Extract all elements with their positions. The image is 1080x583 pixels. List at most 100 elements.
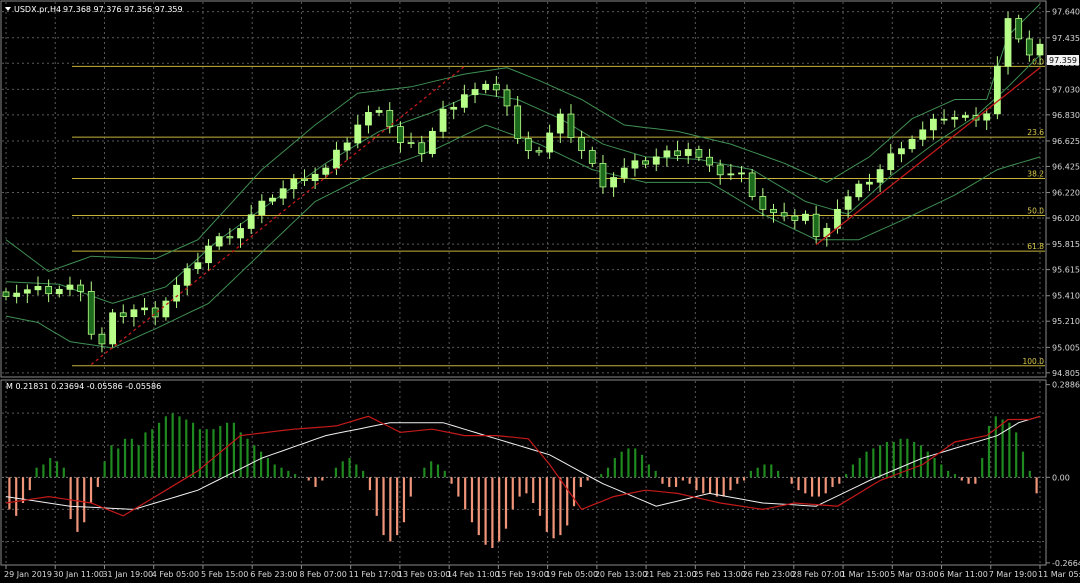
candle-body bbox=[684, 149, 692, 156]
x-tick-label: 28 Feb 07:00 bbox=[792, 570, 844, 579]
candle-body bbox=[290, 178, 298, 190]
candle-body bbox=[524, 138, 532, 152]
y-tick-label: 95.005 bbox=[1052, 343, 1080, 352]
middle-band-line bbox=[5, 54, 1041, 304]
candle-body bbox=[279, 188, 287, 199]
x-tick-label: 25 Feb 13:00 bbox=[693, 570, 745, 579]
x-tick-label: 6 Feb 23:00 bbox=[250, 570, 297, 579]
y-tick-label: 94.805 bbox=[1052, 369, 1080, 378]
candle-body bbox=[887, 153, 895, 171]
x-tick-label: 20 Feb 13:00 bbox=[595, 570, 647, 579]
candle-body bbox=[898, 148, 905, 155]
candle-body bbox=[663, 150, 671, 158]
y-tick-label: -0.26645 bbox=[1052, 559, 1080, 568]
candle-body bbox=[940, 118, 948, 121]
candle-body bbox=[428, 130, 436, 154]
y-tick-label: 96.625 bbox=[1052, 137, 1080, 146]
candle-body bbox=[876, 169, 884, 183]
y-tick-label: 95.410 bbox=[1052, 292, 1080, 301]
y-tick-label: 0.28865 bbox=[1052, 381, 1080, 390]
candle-body bbox=[66, 284, 74, 290]
candle-body bbox=[13, 292, 21, 297]
candle-body bbox=[855, 183, 863, 198]
candle-body bbox=[269, 197, 276, 202]
candle-body bbox=[844, 196, 852, 210]
x-tick-label: 15 Feb 19:00 bbox=[496, 570, 548, 579]
candle-body bbox=[439, 108, 447, 132]
candle-body bbox=[631, 160, 639, 169]
macd-header: M 0.21831 0.23694 -0.05586 -0.05586 bbox=[6, 382, 161, 391]
forex-chart[interactable]: 0.0 23.6 38.2 50.0 61.8 100.0 94.805 95.005 95.… bbox=[0, 0, 1080, 583]
candle-body bbox=[130, 309, 138, 318]
candle-body bbox=[87, 291, 95, 335]
y-tick-label: 97.435 bbox=[1052, 34, 1080, 43]
x-tick-label: 5 Mar 03:00 bbox=[890, 570, 938, 579]
x-tick-label: 8 Feb 07:00 bbox=[299, 570, 346, 579]
x-tick-label: 1 Mar 15:00 bbox=[841, 570, 889, 579]
candle-body bbox=[588, 150, 596, 164]
candle-body bbox=[45, 285, 53, 295]
candle-body bbox=[55, 288, 63, 295]
candle-body bbox=[503, 89, 511, 107]
candle-body bbox=[567, 113, 575, 139]
candle-body bbox=[620, 167, 628, 178]
candle-body bbox=[748, 172, 756, 197]
candle-body bbox=[492, 83, 500, 91]
candle-body bbox=[311, 173, 319, 181]
y-tick-label: 96.020 bbox=[1052, 214, 1080, 223]
candle-body bbox=[226, 236, 234, 239]
candle-body bbox=[961, 115, 969, 118]
candle-body bbox=[951, 116, 959, 120]
candle-body bbox=[34, 285, 42, 291]
candle-body bbox=[482, 83, 490, 90]
candle-body bbox=[333, 149, 340, 169]
candle-body bbox=[993, 65, 1001, 115]
candle-body bbox=[2, 291, 10, 297]
x-tick-label: 19 Feb 05:00 bbox=[546, 570, 598, 579]
candle-body bbox=[695, 149, 703, 158]
candle-body bbox=[322, 167, 330, 175]
price-pane-frame bbox=[0, 0, 1047, 378]
candle-body bbox=[237, 228, 244, 239]
candle-body bbox=[205, 245, 212, 264]
fib-label: 0.0 bbox=[1032, 57, 1044, 66]
candle-body bbox=[759, 196, 767, 210]
candle-body bbox=[908, 138, 916, 150]
fib-label: 100.0 bbox=[1023, 357, 1045, 366]
fib-label: 23.6 bbox=[1027, 128, 1044, 137]
candle-body bbox=[983, 113, 991, 121]
candle-body bbox=[727, 173, 735, 176]
candle-body bbox=[418, 142, 426, 154]
x-tick-label: 21 Feb 21:00 bbox=[644, 570, 696, 579]
candle-body bbox=[812, 213, 820, 238]
candle-body bbox=[301, 178, 308, 181]
candle-body bbox=[375, 110, 383, 113]
candle-body bbox=[343, 142, 351, 151]
candle-body bbox=[397, 126, 404, 144]
x-tick-label: 26 Feb 23:00 bbox=[743, 570, 795, 579]
upper-band-line bbox=[5, 3, 1041, 273]
candle-body bbox=[247, 214, 255, 229]
candle-body bbox=[1036, 43, 1044, 56]
candle-body bbox=[738, 172, 745, 175]
y-tick-label: 96.220 bbox=[1052, 189, 1080, 198]
macd-axis[interactable]: 0.28865 0.00 -0.26645 bbox=[1046, 381, 1080, 568]
time-axis[interactable]: 29 Jan 2019 30 Jan 11:0031 Jan 19:004 Feb… bbox=[4, 565, 1080, 579]
candle-body bbox=[1015, 18, 1023, 40]
y-tick-label: 96.425 bbox=[1052, 162, 1080, 171]
candle-body bbox=[599, 162, 607, 188]
candle-body bbox=[23, 289, 31, 294]
candle-body bbox=[98, 333, 106, 345]
lower-band-line bbox=[5, 124, 1041, 349]
y-tick-label: 95.615 bbox=[1052, 266, 1080, 275]
candle-body bbox=[258, 200, 266, 216]
candle-body bbox=[674, 150, 681, 156]
candle-body bbox=[866, 181, 873, 185]
fibonacci-levels: 0.0 23.6 38.2 50.0 61.8 100.0 bbox=[72, 57, 1045, 367]
x-tick-label: 14 Feb 11:00 bbox=[447, 570, 499, 579]
current-price-label: 97.359 bbox=[1049, 56, 1077, 65]
candle-body bbox=[930, 118, 937, 131]
candle-body bbox=[1004, 18, 1012, 67]
candle-body bbox=[365, 112, 372, 126]
y-tick-label: 97.640 bbox=[1052, 8, 1080, 17]
